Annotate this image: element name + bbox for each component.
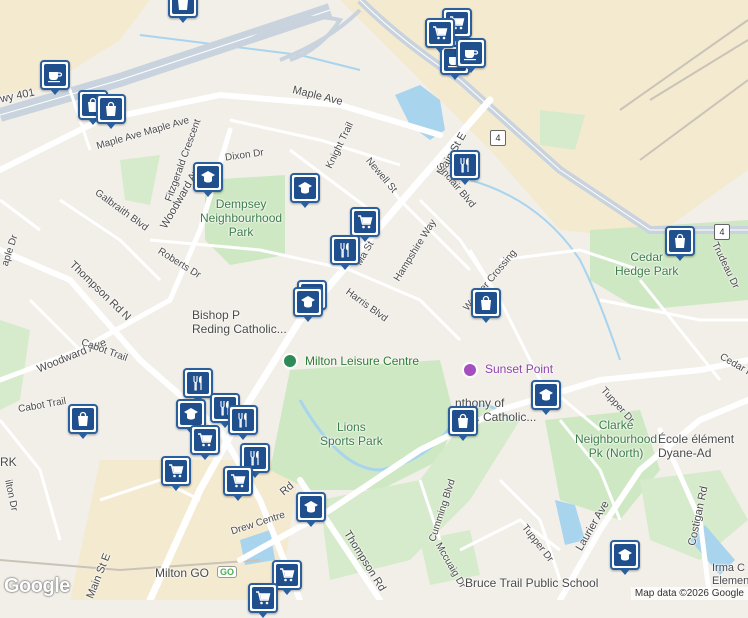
milton-leisure-label[interactable]: Milton Leisure Centre [305,354,419,368]
cart-icon [194,429,216,451]
shop-icon [172,0,194,14]
shop-icon [475,292,497,314]
highway-4-shield: 4 [714,224,730,240]
school-pin[interactable] [293,287,323,322]
leisure-centre-marker[interactable] [282,353,298,369]
school-pin[interactable] [290,173,320,208]
shop-pin[interactable] [665,226,695,261]
shop-icon [669,230,691,252]
shop-pin[interactable] [448,406,478,441]
cart-icon [276,564,298,586]
cart-icon [354,211,376,233]
google-logo: Google [4,575,70,597]
cart-icon [252,587,274,609]
shop-icon [72,408,94,430]
cart-icon [165,460,187,482]
school-icon [294,177,316,199]
cart-pin[interactable] [190,425,220,460]
shop-pin[interactable] [96,94,126,129]
food-icon [334,239,356,261]
cart-icon [429,22,451,44]
school-pin[interactable] [531,380,561,415]
school-pin[interactable] [296,492,326,527]
cafe-pin[interactable] [40,60,70,95]
sunset-point-label[interactable]: Sunset Point [485,362,553,376]
cafe-icon [460,42,482,64]
cart-pin[interactable] [350,207,380,242]
school-pin[interactable] [610,540,640,575]
food-icon [187,372,209,394]
shop-pin[interactable] [68,404,98,439]
school-icon [614,544,636,566]
school-pin[interactable] [193,162,223,197]
school-icon [535,384,557,406]
cart-icon [227,470,249,492]
cart-pin[interactable] [425,18,455,53]
map-canvas[interactable] [0,0,748,600]
shop-pin[interactable] [168,0,198,23]
sunset-point-marker[interactable] [462,362,478,378]
go-transit-badge: GO [217,566,238,578]
cafe-icon [44,64,66,86]
food-icon [232,409,254,431]
highway-4-shield: 4 [490,130,506,146]
food-pin[interactable] [228,405,258,440]
cart-pin[interactable] [223,466,253,501]
shop-pin[interactable] [471,288,501,323]
map-attribution[interactable]: Map data ©2026 Google [630,587,748,600]
shop-icon [100,98,122,120]
school-icon [180,403,202,425]
school-icon [197,166,219,188]
cart-pin[interactable] [161,456,191,491]
food-icon [454,154,476,176]
school-icon [300,496,322,518]
cart-pin[interactable] [248,583,278,618]
food-pin[interactable] [183,368,213,403]
school-icon [297,291,319,313]
shop-icon [452,410,474,432]
food-pin[interactable] [450,150,480,185]
food-pin[interactable] [330,235,360,270]
